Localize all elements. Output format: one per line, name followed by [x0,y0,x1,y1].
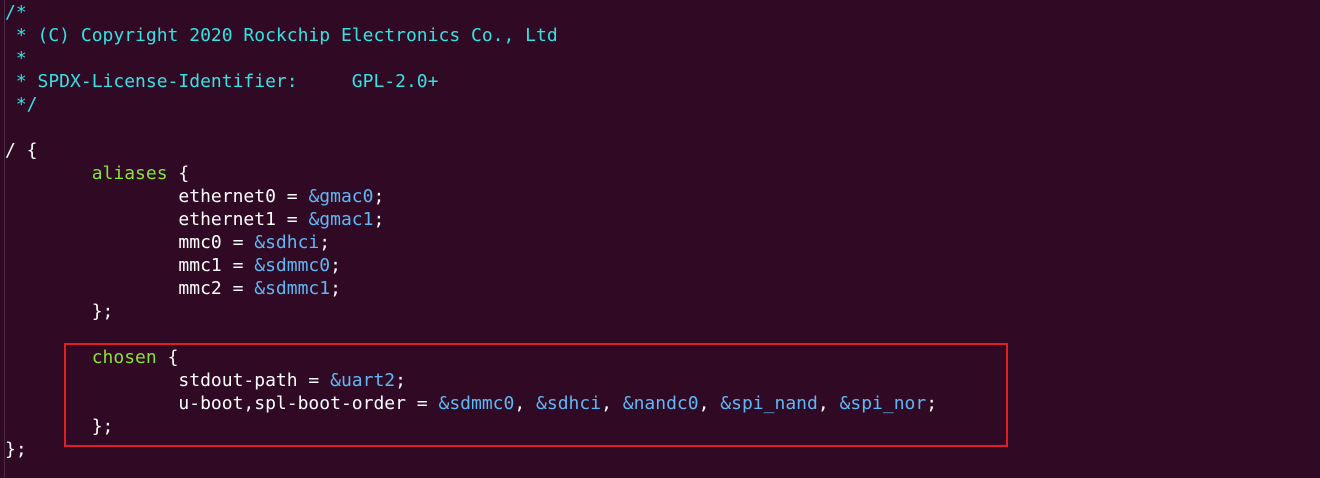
code-line: * (C) Copyright 2020 Rockchip Electronic… [5,24,937,47]
code-text: }; [5,301,114,322]
code-line: chosen { [5,346,937,369]
code-text: stdout-path = [5,370,331,391]
code-line: * [5,47,937,70]
reference-token: &sdhci [536,393,602,414]
reference-token: &sdmmc0 [254,255,331,276]
code-text: { [167,163,190,184]
comment-text: * (C) Copyright 2020 Rockchip Electronic… [5,25,558,46]
code-text: ; [926,393,938,414]
node-name: aliases [91,163,168,184]
reference-token: &spi_nor [839,393,927,414]
code-text: / { [5,140,38,161]
code-text: ; [330,278,341,299]
code-line: ethernet1 = &gmac1; [5,208,937,231]
reference-token: &spi_nand [720,393,818,414]
code-line: /* [5,1,937,24]
code-text: mmc2 = [5,278,255,299]
code-text: mmc0 = [5,232,255,253]
code-text: , [817,393,840,414]
code-line: ethernet0 = &gmac0; [5,185,937,208]
code-text: { [156,347,179,368]
code-line: * SPDX-License-Identifier: GPL-2.0+ [5,70,937,93]
comment-text: * SPDX-License-Identifier: GPL-2.0+ [5,71,439,92]
code-line: mmc1 = &sdmmc0; [5,254,937,277]
code-line: / { [5,139,937,162]
code-text: ; [395,370,406,391]
reference-token: &sdhci [254,232,320,253]
code-text: ; [330,255,341,276]
code-text: mmc1 = [5,255,255,276]
code-editor[interactable]: /* * (C) Copyright 2020 Rockchip Electro… [0,0,1320,478]
reference-token: &gmac1 [308,209,374,230]
code-text: ; [373,209,385,230]
reference-token: &uart2 [330,370,396,391]
code-text: }; [5,416,114,437]
code-text: ethernet1 = [5,209,309,230]
code-line: stdout-path = &uart2; [5,369,937,392]
code-text: , [698,393,721,414]
code-text: , [601,393,623,414]
code-text: , [514,393,537,414]
comment-text: */ [5,94,38,115]
code-line: mmc2 = &sdmmc1; [5,277,937,300]
code-line: mmc0 = &sdhci; [5,231,937,254]
comment-text: * [5,48,27,69]
code-line: u-boot,spl-boot-order = &sdmmc0, &sdhci,… [5,392,937,415]
code-line: */ [5,93,937,116]
code-text: u-boot,spl-boot-order = [5,393,439,414]
code-line: }; [5,438,937,461]
comment-text: /* [5,2,27,23]
reference-token: &nandc0 [622,393,699,414]
reference-token: &sdmmc0 [438,393,515,414]
code-text: ; [373,186,385,207]
reference-token: &gmac0 [308,186,374,207]
node-name: chosen [91,347,157,368]
code-line: }; [5,415,937,438]
code-line: aliases { [5,162,937,185]
code-text: }; [5,439,27,460]
code-text: ethernet0 = [5,186,309,207]
code-text: ; [319,232,331,253]
code-content[interactable]: /* * (C) Copyright 2020 Rockchip Electro… [5,1,937,461]
reference-token: &sdmmc1 [254,278,331,299]
code-line: }; [5,300,937,323]
